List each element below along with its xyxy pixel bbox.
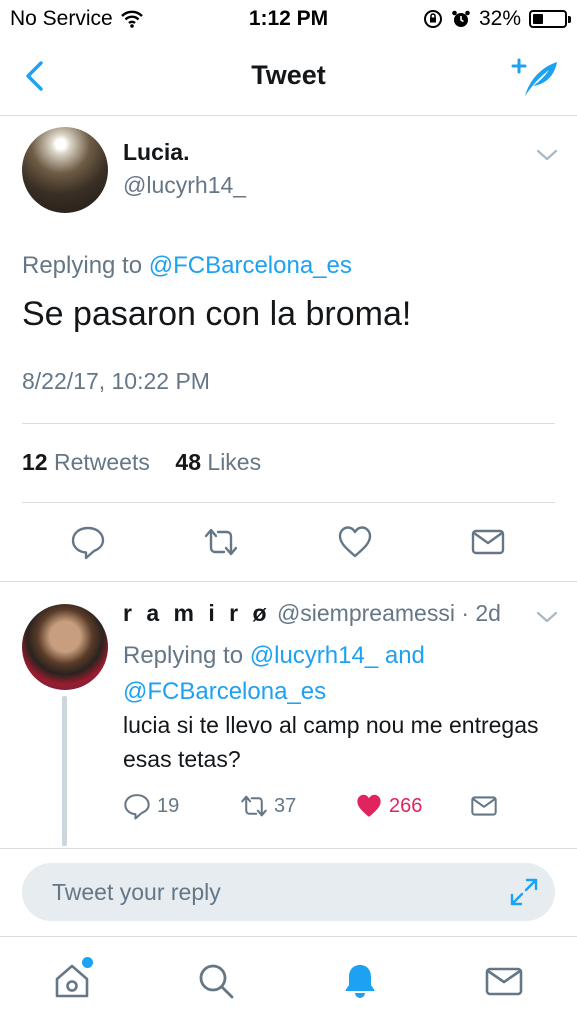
replying-to-line: Replying to @FCBarcelona_es: [22, 252, 352, 280]
reply-replying-and: and: [378, 642, 425, 669]
tab-search[interactable]: [196, 961, 236, 1001]
reply-composer-bar: [0, 848, 577, 936]
tweet-reply-input[interactable]: [22, 863, 555, 921]
divider: [0, 581, 577, 582]
reply-author-avatar[interactable]: [22, 604, 108, 690]
author-name[interactable]: Lucia.: [123, 139, 189, 166]
likes-stat[interactable]: 48 Likes: [175, 449, 261, 475]
tweet-timestamp: 8/22/17, 10:22 PM: [22, 368, 210, 394]
thread-line: [62, 696, 67, 846]
reply-reply-button[interactable]: 19: [123, 792, 179, 820]
likes-count: 48: [175, 449, 202, 475]
status-bar: No Service 1:12 PM 32%: [0, 0, 577, 38]
reply-replying-prefix: Replying to: [123, 642, 250, 669]
battery-percent: 32%: [478, 7, 521, 30]
retweets-stat[interactable]: 12 Retweets: [22, 449, 150, 475]
likes-label: Likes: [207, 449, 262, 475]
reply-author-handle-time[interactable]: @siempreamessi · 2d: [277, 600, 501, 626]
home-notification-dot: [82, 957, 93, 968]
divider: [22, 423, 555, 424]
reply-retweets-count: 37: [274, 794, 297, 817]
bell-icon: [345, 965, 375, 998]
divider: [22, 502, 555, 503]
reply-icon: [124, 794, 150, 820]
tab-notifications[interactable]: [340, 961, 380, 1001]
liked-heart-icon: [357, 794, 381, 817]
author-handle[interactable]: @lucyrh14_: [123, 172, 246, 199]
reply-icon[interactable]: [70, 524, 106, 560]
alarm-icon: [452, 10, 470, 27]
reply-likes-count: 266: [389, 794, 423, 817]
reply-like-button[interactable]: 266: [355, 792, 422, 820]
orientation-lock-icon: [423, 10, 442, 28]
reply-replying-to-link-1[interactable]: @lucyrh14_: [250, 642, 378, 669]
replying-to-link[interactable]: @FCBarcelona_es: [149, 252, 352, 279]
direct-message-icon[interactable]: [470, 524, 506, 560]
battery-fill: [533, 14, 543, 24]
tweet-options-chevron-icon[interactable]: [535, 147, 559, 163]
retweet-icon[interactable]: [203, 524, 239, 560]
author-avatar[interactable]: [22, 127, 108, 213]
tweet-stats: 12 Retweets 48 Likes: [22, 449, 261, 476]
nav-bar: Tweet: [0, 38, 577, 116]
direct-message-icon: [471, 796, 497, 816]
reply-author-name[interactable]: r a m i r ø: [123, 600, 271, 626]
expand-icon[interactable]: [509, 877, 539, 907]
tweet-text: Se pasaron con la broma!: [22, 295, 412, 333]
tab-bar: [0, 936, 577, 1024]
reply-retweet-button[interactable]: 37: [240, 792, 296, 820]
reply-header: r a m i r ø @siempreamessi · 2d: [123, 600, 501, 627]
reply-replying-to-line: Replying to @lucyrh14_ and @FCBarcelona_…: [123, 638, 553, 710]
compose-tweet-icon[interactable]: [511, 56, 559, 98]
retweets-label: Retweets: [53, 449, 150, 475]
retweet-icon: [241, 795, 267, 817]
replying-prefix: Replying to: [22, 252, 149, 279]
page-title: Tweet: [251, 60, 326, 90]
like-icon[interactable]: [337, 524, 373, 560]
reply-replies-count: 19: [157, 794, 180, 817]
retweets-count: 12: [22, 449, 48, 475]
reply-options-chevron-icon[interactable]: [535, 609, 559, 625]
search-icon: [199, 964, 234, 999]
reply-replying-to-link-2[interactable]: @FCBarcelona_es: [123, 678, 326, 705]
reply-dm-button[interactable]: [470, 792, 498, 820]
battery-icon: [529, 10, 571, 28]
reply-text: lucia si te llevo al camp nou me entrega…: [123, 712, 539, 772]
tab-messages[interactable]: [484, 961, 524, 1001]
mail-icon: [485, 967, 523, 996]
status-right: 32%: [423, 7, 571, 31]
